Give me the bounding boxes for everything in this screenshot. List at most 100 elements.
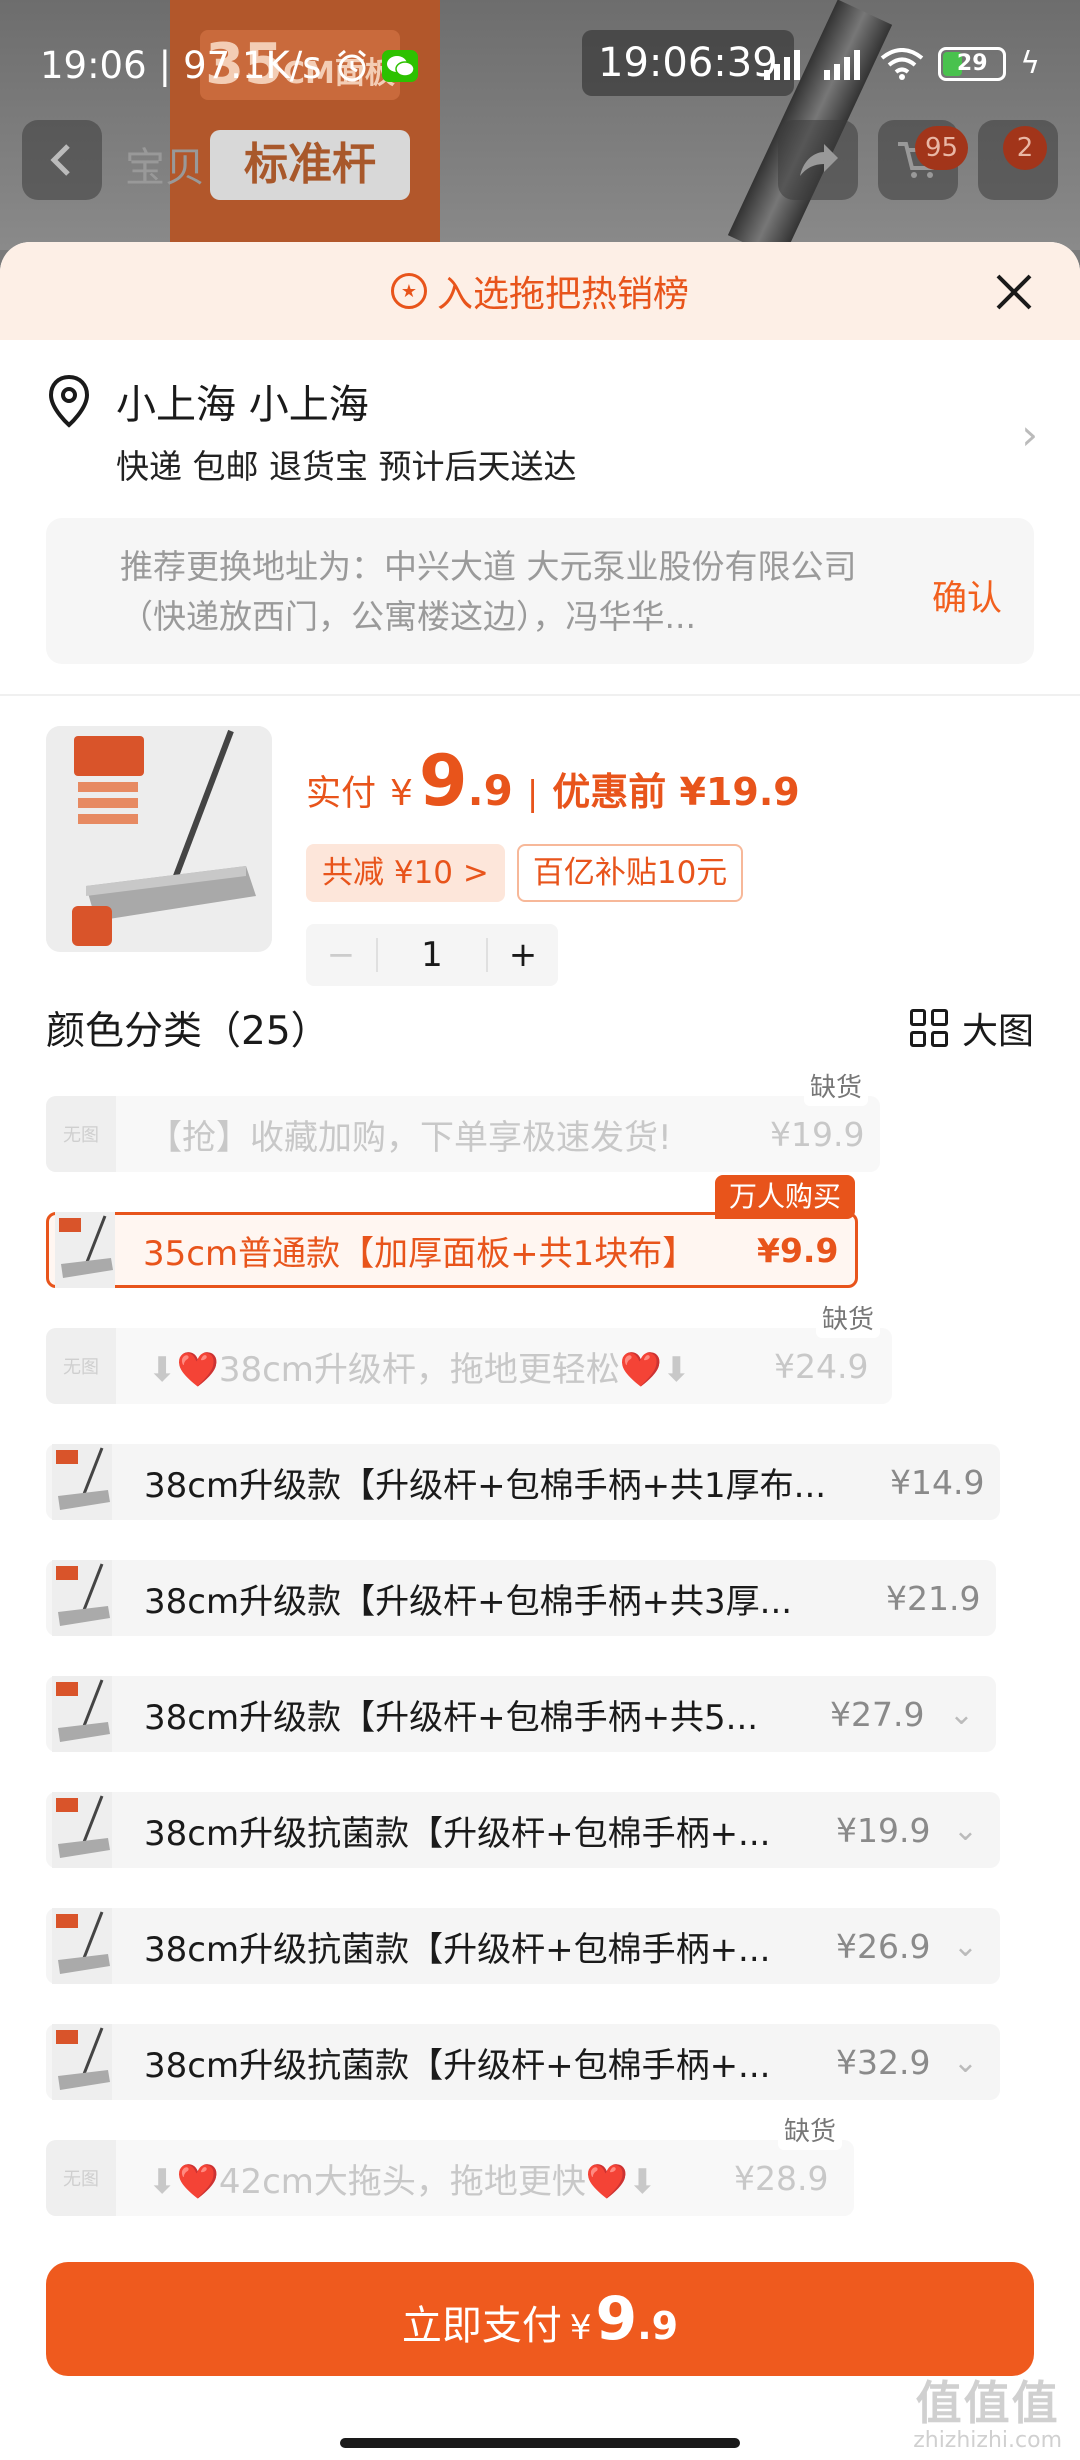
variant-thumbnail (52, 1444, 112, 1520)
out-of-stock-badge: 缺货 (778, 2114, 843, 2150)
variant-price: ¥28.9 (734, 2158, 829, 2198)
variant-price: ¥32.9 (836, 2042, 931, 2082)
color-category-header: 颜色分类（25） 大图 (46, 1000, 1034, 1056)
background-product-text: 标准杆 (210, 130, 410, 200)
variant-option[interactable]: 38cm升级抗菌款【升级杆+包棉手柄+... ¥32.9 ⌄ (46, 2024, 1000, 2100)
delivery-info: 快递 包邮 退货宝 预计后天送达 (116, 447, 577, 486)
variant-name: ⬇❤️42cm大拖头，拖地更快❤️⬇ (148, 2161, 657, 2202)
background-title: 宝贝 (125, 145, 205, 191)
price-decimal: .9 (467, 766, 513, 815)
close-icon (996, 274, 1032, 310)
recommendation-text: 推荐更换地址为：中兴大道 大元泵业股份有限公司（快递放西门，公寓楼这边），冯华华… (120, 547, 857, 636)
variant-option[interactable]: 38cm升级抗菌款【升级杆+包棉手柄+... ¥19.9 ⌄ (46, 1792, 1000, 1868)
pay-price-integer: 9 (595, 2284, 638, 2354)
variant-price: ¥27.9 (830, 1694, 925, 1734)
medal-icon: ★ (390, 273, 427, 309)
status-bar: 19:06 | 97.1K/s 19:06:39 29 ϟ (0, 0, 1080, 130)
price-integer: 9 (418, 740, 468, 822)
variant-price: ¥19.9 (770, 1114, 865, 1154)
product-summary: 实付 ¥ 9 .9 | 优惠前 ¥19.9 共减 ¥10 > 百亿补贴10元 −… (0, 696, 1080, 986)
variant-name: 38cm升级款【升级杆+包棉手柄+共5... (144, 1697, 759, 1738)
decrease-button[interactable]: − (306, 935, 376, 975)
confirm-address-button[interactable]: 确认 (932, 570, 1002, 621)
recipient-name: 小上海 小上海 (116, 382, 369, 428)
charging-icon: ϟ (1020, 46, 1040, 81)
wifi-icon (880, 47, 924, 80)
variant-option-selected[interactable]: 35cm普通款【加厚面板+共1块布】 ¥9.9 万人购买 (46, 1175, 858, 1288)
variant-price: ¥14.9 (890, 1462, 985, 1502)
variant-thumbnail (52, 1676, 112, 1752)
variant-price: ¥24.9 (774, 1346, 869, 1386)
category-title: 颜色分类（25） (46, 1009, 330, 1054)
currency-symbol: ¥ (390, 773, 413, 814)
variant-option[interactable]: 无图 ⬇❤️38cm升级杆，拖地更轻松❤️⬇ ¥24.9 缺货 (46, 1302, 892, 1404)
address-recommendation: 推荐更换地址为：中兴大道 大元泵业股份有限公司（快递放西门，公寓楼这边），冯华华… (46, 518, 1034, 664)
variant-option[interactable]: 无图 【抢】收藏加购，下单享极速发货! ¥19.9 缺货 (46, 1070, 880, 1172)
chevron-left-icon (50, 144, 70, 176)
pay-label: 实付 (306, 774, 377, 814)
no-image-placeholder: 无图 (46, 1096, 116, 1172)
variant-name: 38cm升级抗菌款【升级杆+包棉手柄+... (144, 1813, 771, 1854)
share-button[interactable] (778, 120, 858, 200)
original-price: 优惠前 ¥19.9 (552, 770, 800, 814)
total-discount-tag[interactable]: 共减 ¥10 > (306, 844, 505, 902)
alarm-icon (337, 49, 366, 81)
variant-name: 38cm升级抗菌款【升级杆+包棉手柄+... (144, 1929, 771, 1970)
variant-thumbnail (52, 1560, 112, 1636)
variant-name: 38cm升级款【升级杆+包棉手柄+共1厚布... (144, 1465, 827, 1506)
status-left: 19:06 | 97.1K/s (40, 44, 418, 87)
chevron-down-icon[interactable]: ⌄ (953, 2045, 978, 2080)
wechat-icon (381, 49, 418, 82)
product-thumbnail[interactable] (46, 726, 272, 952)
out-of-stock-badge: 缺货 (804, 1070, 869, 1106)
location-pin-icon (48, 374, 90, 428)
variant-price: ¥21.9 (886, 1578, 981, 1618)
pay-now-button[interactable]: 立即支付 ¥ 9 .9 (46, 2262, 1034, 2376)
no-image-placeholder: 无图 (46, 1328, 116, 1404)
watermark-logo: 值值值 (915, 2376, 1060, 2430)
signal-icon (764, 49, 801, 80)
variant-option[interactable]: 38cm升级款【升级杆+包棉手柄+共3厚... ¥21.9 (46, 1560, 996, 1636)
chevron-down-icon[interactable]: ⌄ (949, 1697, 974, 1732)
pay-price-decimal: .9 (637, 2304, 679, 2348)
network-speed: 97.1K/s (183, 44, 322, 87)
message-count-badge: 2 (1003, 126, 1047, 170)
variant-thumbnail (52, 2024, 112, 2100)
variant-name: 35cm普通款【加厚面板+共1块布】 (143, 1233, 697, 1274)
variant-name: 【抢】收藏加购，下单享极速发货! (148, 1117, 672, 1158)
no-image-placeholder: 无图 (46, 2140, 116, 2216)
chevron-down-icon[interactable]: ⌄ (953, 1929, 978, 1964)
big-view-label: 大图 (961, 1011, 1034, 1052)
status-time: 19:06 (40, 44, 147, 87)
chevron-right-icon: › (1021, 410, 1038, 459)
grid-icon (909, 1009, 948, 1047)
variant-thumbnail (55, 1212, 115, 1288)
share-icon (800, 144, 838, 176)
popular-badge: 万人购买 (714, 1175, 855, 1219)
signal-icon-2 (824, 49, 861, 80)
hot-list-text: 入选拖把热销榜 (436, 274, 689, 315)
back-button[interactable] (22, 120, 102, 200)
big-view-toggle[interactable]: 大图 (909, 1002, 1034, 1054)
status-right: 29 ϟ (760, 46, 1040, 81)
variant-thumbnail (52, 1792, 112, 1868)
variant-option[interactable]: 无图 ⬇❤️42cm大拖头，拖地更快❤️⬇ ¥28.9 缺货 (46, 2114, 854, 2216)
home-indicator[interactable] (340, 2438, 740, 2448)
variant-option[interactable]: 38cm升级款【升级杆+包棉手柄+共1厚布... ¥14.9 (46, 1444, 1000, 1520)
price-line: 实付 ¥ 9 .9 | 优惠前 ¥19.9 (306, 740, 800, 822)
chevron-down-icon[interactable]: ⌄ (953, 1813, 978, 1848)
out-of-stock-badge: 缺货 (816, 1302, 881, 1338)
increase-button[interactable]: + (488, 935, 558, 975)
cart-count-badge: 95 (915, 126, 969, 170)
variant-price: ¥9.9 (757, 1230, 839, 1270)
quantity-value[interactable]: 1 (376, 938, 488, 972)
price-separator: | (526, 774, 539, 814)
variant-option[interactable]: 38cm升级抗菌款【升级杆+包棉手柄+... ¥26.9 ⌄ (46, 1908, 1000, 1984)
close-button[interactable] (988, 266, 1040, 318)
discount-tags: 共减 ¥10 > 百亿补贴10元 (306, 844, 744, 902)
variant-price: ¥19.9 (836, 1810, 931, 1850)
address-section[interactable]: 小上海 小上海 快递 包邮 退货宝 预计后天送达 › 推荐更换地址为：中兴大道 … (0, 340, 1080, 664)
variant-option[interactable]: 38cm升级款【升级杆+包棉手柄+共5... ¥27.9 ⌄ (46, 1676, 996, 1752)
hot-list-banner: ★ 入选拖把热销榜 (0, 242, 1080, 340)
variant-name: 38cm升级抗菌款【升级杆+包棉手柄+... (144, 2045, 771, 2086)
